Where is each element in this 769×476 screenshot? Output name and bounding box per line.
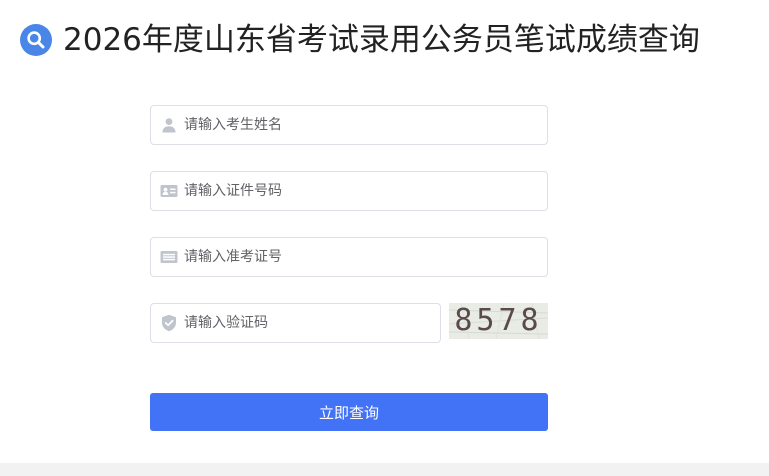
- name-input[interactable]: [184, 106, 547, 144]
- user-icon: [160, 116, 178, 134]
- ticket-icon: [160, 248, 178, 266]
- header: 2026年度山东省考试录用公务员笔试成绩查询: [20, 18, 700, 62]
- id-card-icon: [160, 182, 178, 200]
- id-number-input[interactable]: [184, 172, 547, 210]
- footer-strip: [0, 463, 769, 476]
- captcha-code-text: 8578: [454, 303, 543, 338]
- search-icon: [20, 24, 52, 56]
- captcha-field-wrapper: [150, 303, 441, 343]
- ticket-number-input[interactable]: [184, 238, 547, 276]
- shield-check-icon: [160, 314, 178, 332]
- id-field-wrapper: [150, 171, 548, 211]
- name-field-wrapper: [150, 105, 548, 145]
- query-submit-button[interactable]: 立即查询: [150, 393, 548, 431]
- ticket-field-wrapper: [150, 237, 548, 277]
- captcha-image[interactable]: 8578: [449, 303, 548, 339]
- captcha-input[interactable]: [184, 304, 440, 342]
- page-title: 2026年度山东省考试录用公务员笔试成绩查询: [63, 22, 700, 58]
